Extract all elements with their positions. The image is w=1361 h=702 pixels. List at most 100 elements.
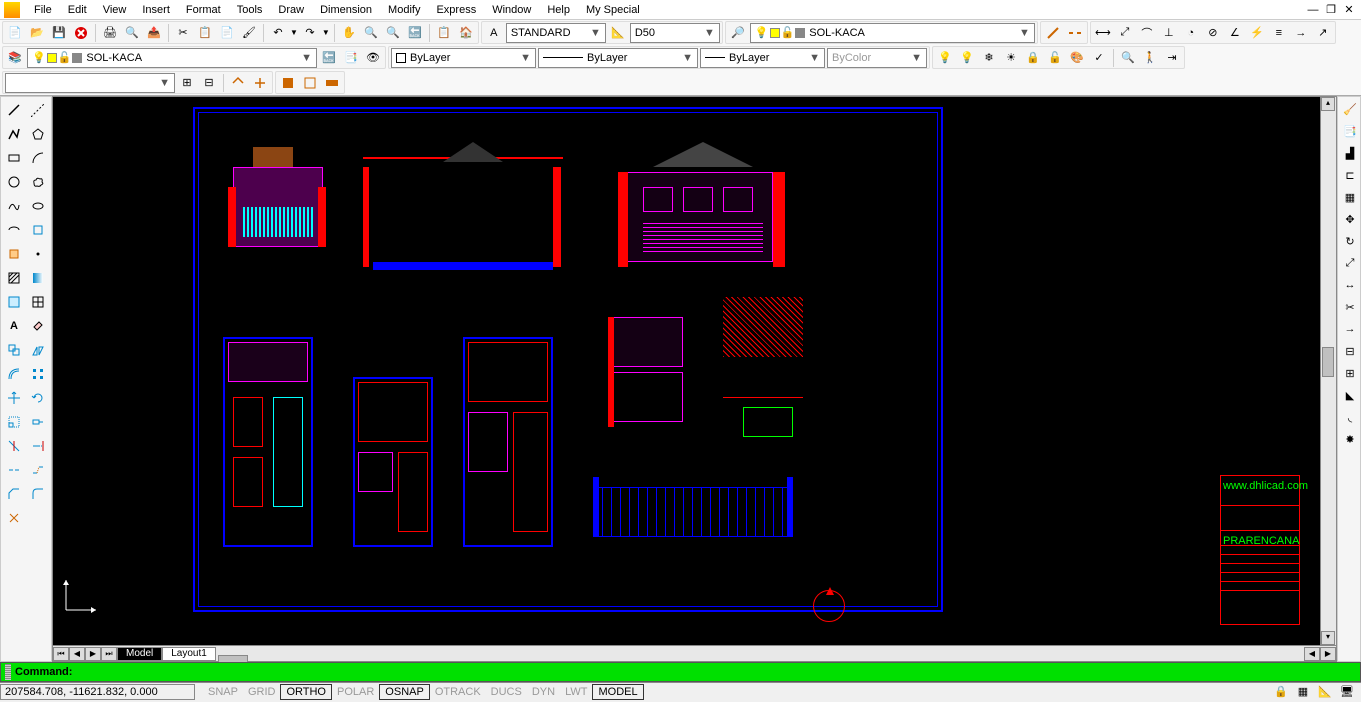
dim-baseline-icon[interactable]: ≡	[1269, 23, 1289, 43]
dim-radius-icon[interactable]: ◔	[1181, 23, 1201, 43]
coordinates-display[interactable]: 207584.708, -11621.832, 0.000	[0, 684, 195, 700]
layer-manager-icon[interactable]: 📚	[5, 48, 25, 68]
extend-icon[interactable]	[27, 435, 49, 457]
publish-icon[interactable]: 📤	[144, 23, 164, 43]
text-style-icon[interactable]: A	[484, 23, 504, 43]
wblock-icon[interactable]	[322, 73, 342, 93]
pan-icon[interactable]: ✋	[339, 23, 359, 43]
tab-model[interactable]: Model	[117, 647, 162, 661]
dist-icon[interactable]	[1043, 23, 1063, 43]
modify-trim-icon[interactable]: ✂	[1340, 297, 1360, 317]
dim-quick-icon[interactable]: ⚡	[1247, 23, 1267, 43]
point-icon[interactable]	[27, 243, 49, 265]
modify-move-icon[interactable]: ✥	[1340, 209, 1360, 229]
scroll-left-icon[interactable]: ◀	[1304, 647, 1320, 661]
make-block-icon[interactable]	[3, 243, 25, 265]
menu-tools[interactable]: Tools	[229, 2, 271, 18]
arc-icon[interactable]	[27, 147, 49, 169]
array-icon[interactable]	[27, 363, 49, 385]
close-drawing-icon[interactable]	[71, 23, 91, 43]
tab-prev-icon[interactable]: ◀	[69, 647, 85, 661]
lineweight-combo[interactable]: ByLayer ▼	[700, 48, 825, 68]
modify-erase-icon[interactable]: 🧹	[1340, 99, 1360, 119]
dim-aligned-icon[interactable]: ⤢	[1115, 23, 1135, 43]
tab-next-icon[interactable]: ▶	[85, 647, 101, 661]
copy-icon[interactable]: 📋	[195, 23, 215, 43]
paste-icon[interactable]: 📄	[217, 23, 237, 43]
toggle-ortho[interactable]: ORTHO	[280, 684, 332, 700]
toggle-otrack[interactable]: OTRACK	[430, 684, 486, 700]
spline-icon[interactable]	[3, 195, 25, 217]
layer-lock2-icon[interactable]: 🔒	[1023, 48, 1043, 68]
dim-linear-icon[interactable]: ⟷	[1093, 23, 1113, 43]
modify-rotate-icon[interactable]: ↻	[1340, 231, 1360, 251]
layer-previous-icon[interactable]: 🔙	[319, 48, 339, 68]
dim-ordinate-icon[interactable]: ⊥	[1159, 23, 1179, 43]
modify-explode-icon[interactable]: ✸	[1340, 429, 1360, 449]
toggle-dyn[interactable]: DYN	[527, 684, 560, 700]
vertical-scrollbar[interactable]: ▴ ▾	[1320, 97, 1336, 645]
toggle-osnap[interactable]: OSNAP	[379, 684, 430, 700]
menu-window[interactable]: Window	[484, 2, 539, 18]
modify-scale-icon[interactable]: ⤢	[1340, 253, 1360, 273]
toggle-lwt[interactable]: LWT	[560, 684, 592, 700]
gradient-icon[interactable]	[27, 267, 49, 289]
menu-edit[interactable]: Edit	[60, 2, 95, 18]
find-icon[interactable]: 🔎	[728, 23, 748, 43]
redo-icon[interactable]: ↷	[300, 23, 320, 43]
menu-modify[interactable]: Modify	[380, 2, 428, 18]
named-view-combo[interactable]: ▼	[5, 73, 175, 93]
scroll-right-icon[interactable]: ▶	[1320, 647, 1336, 661]
offset-icon[interactable]	[3, 363, 25, 385]
status-clean-icon[interactable]: 🖥	[1337, 682, 1357, 702]
modify-join-icon[interactable]: ⊞	[1340, 363, 1360, 383]
polyline-icon[interactable]	[3, 123, 25, 145]
match-properties-icon[interactable]: 🖌	[239, 23, 259, 43]
mirror-icon[interactable]	[27, 339, 49, 361]
dim-leader-icon[interactable]: ↗	[1313, 23, 1333, 43]
ellipse-icon[interactable]	[27, 195, 49, 217]
layer-unlock-icon[interactable]: 🔓	[1045, 48, 1065, 68]
menu-dimension[interactable]: Dimension	[312, 2, 380, 18]
status-annotation-icon[interactable]: 📐	[1315, 682, 1335, 702]
modify-stretch-icon[interactable]: ↔	[1340, 275, 1360, 295]
ucs-icon[interactable]: ⊞	[177, 73, 197, 93]
layer-off-icon[interactable]: 💡	[935, 48, 955, 68]
dim-continue-icon[interactable]: →	[1291, 23, 1311, 43]
hatch-icon[interactable]	[3, 267, 25, 289]
move-icon[interactable]	[3, 387, 25, 409]
text-style-combo[interactable]: STANDARD ▼	[506, 23, 606, 43]
modify-break-icon[interactable]: ⊟	[1340, 341, 1360, 361]
scale-icon[interactable]	[3, 411, 25, 433]
modify-array-icon[interactable]: ▦	[1340, 187, 1360, 207]
zoom-realtime-icon[interactable]: 🔍	[361, 23, 381, 43]
ucs2-icon[interactable]: ⊟	[199, 73, 219, 93]
circle-icon[interactable]	[3, 171, 25, 193]
insert-block2-icon[interactable]	[27, 219, 49, 241]
tab-last-icon[interactable]: ⏭	[101, 647, 117, 661]
rotate-icon[interactable]	[27, 387, 49, 409]
layer-thaw-icon[interactable]: ☀	[1001, 48, 1021, 68]
dim-angular-icon[interactable]: ∠	[1225, 23, 1245, 43]
menu-insert[interactable]: Insert	[134, 2, 178, 18]
toggle-polar[interactable]: POLAR	[332, 684, 379, 700]
break-at-point-icon[interactable]	[3, 459, 25, 481]
open-icon[interactable]: 📂	[27, 23, 47, 43]
modify-copy-icon[interactable]: 📑	[1340, 121, 1360, 141]
dim-diameter-icon[interactable]: ⊘	[1203, 23, 1223, 43]
ellipse-arc-icon[interactable]	[3, 219, 25, 241]
polygon-icon[interactable]	[27, 123, 49, 145]
snap1-icon[interactable]	[228, 73, 248, 93]
menu-view[interactable]: View	[95, 2, 135, 18]
dim-style-combo[interactable]: D50 ▼	[630, 23, 720, 43]
tab-layout1[interactable]: Layout1	[162, 647, 216, 661]
line-icon[interactable]	[3, 99, 25, 121]
modify-chamfer-icon[interactable]: ◣	[1340, 385, 1360, 405]
construction-line-icon[interactable]	[27, 99, 49, 121]
status-lock-icon[interactable]: 🔒	[1271, 682, 1291, 702]
rectangle-icon[interactable]	[3, 147, 25, 169]
dim-arc-icon[interactable]: ⌒	[1137, 23, 1157, 43]
design-center-icon[interactable]: 🏠	[456, 23, 476, 43]
minimize-icon[interactable]: —	[1305, 3, 1321, 17]
properties-icon[interactable]: 📋	[434, 23, 454, 43]
